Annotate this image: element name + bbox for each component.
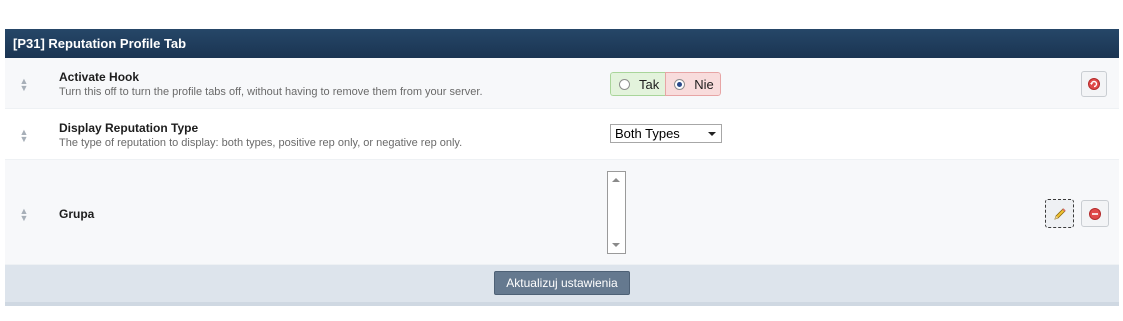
scroll-up-icon[interactable] <box>612 178 620 182</box>
setting-title: Activate Hook <box>59 70 140 84</box>
setting-row-display-reputation-type: ▲ ▼ Display Reputation Type The type of r… <box>5 109 1119 160</box>
yes-radio[interactable] <box>619 78 630 90</box>
select-value: Both Types <box>615 126 680 141</box>
no-radio[interactable] <box>674 78 686 90</box>
edit-button[interactable] <box>1045 199 1074 228</box>
group-multiselect[interactable] <box>607 171 626 254</box>
drag-handle-icon[interactable]: ▲ ▼ <box>19 207 29 223</box>
delete-icon <box>1089 207 1101 220</box>
setting-title: Grupa <box>59 207 95 221</box>
panel-title: [P31] Reputation Profile Tab <box>5 29 1119 58</box>
settings-panel: [P31] Reputation Profile Tab ▲ ▼ Activate… <box>5 29 1119 306</box>
drag-handle-icon[interactable]: ▲ ▼ <box>19 128 29 144</box>
scroll-down-icon[interactable] <box>612 243 620 247</box>
no-label: Nie <box>694 76 714 92</box>
setting-description: The type of reputation to display: both … <box>59 137 463 149</box>
setting-row-activate-hook: ▲ ▼ Activate Hook Turn this off to turn t… <box>5 58 1119 109</box>
setting-row-grupa: ▲ ▼ Grupa <box>5 160 1119 265</box>
delete-button[interactable] <box>1081 200 1109 227</box>
yes-option[interactable]: Tak <box>610 72 666 96</box>
reputation-type-select[interactable]: Both Types <box>610 124 722 143</box>
chevron-down-icon <box>708 132 716 136</box>
revert-button[interactable] <box>1081 71 1107 97</box>
update-settings-button[interactable]: Aktualizuj ustawienia <box>494 271 630 295</box>
no-option[interactable]: Nie <box>665 72 721 96</box>
edit-icon <box>1053 207 1066 220</box>
form-footer: Aktualizuj ustawienia <box>5 265 1119 306</box>
yes-label: Tak <box>639 76 660 92</box>
yes-no-toggle[interactable]: Tak Nie <box>610 72 721 96</box>
setting-title: Display Reputation Type <box>59 121 199 135</box>
setting-description: Turn this off to turn the profile tabs o… <box>59 86 483 98</box>
drag-handle-icon[interactable]: ▲ ▼ <box>19 77 29 93</box>
revert-icon <box>1088 78 1100 90</box>
